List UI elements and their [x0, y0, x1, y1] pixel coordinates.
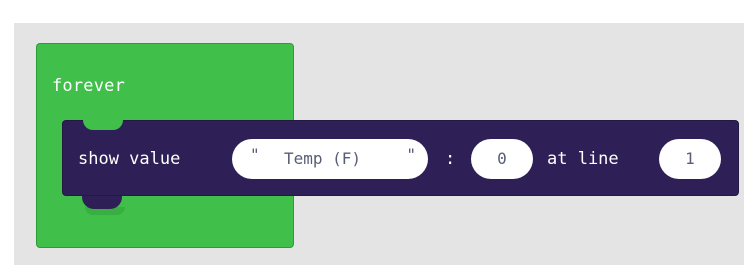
value-number-input[interactable]: 0 — [471, 139, 533, 179]
show-value-label: show value — [78, 149, 181, 169]
name-string-value: Temp (F) — [284, 149, 362, 168]
forever-label: forever — [52, 76, 126, 96]
at-line-label: at line — [547, 149, 619, 169]
close-quote: " — [406, 145, 416, 164]
line-number-input[interactable]: 1 — [659, 139, 721, 179]
show-value-block[interactable]: show value " Temp (F) " : 0 at line 1 — [62, 120, 739, 196]
show-value-top-notch — [83, 120, 123, 130]
colon-separator: : — [445, 149, 456, 169]
show-value-bottom-tab — [82, 195, 122, 209]
open-quote: " — [250, 145, 260, 164]
name-string-input[interactable]: " Temp (F) " — [232, 139, 428, 179]
blocks-workspace: forever show value " Temp (F) " : 0 at l… — [0, 0, 744, 272]
